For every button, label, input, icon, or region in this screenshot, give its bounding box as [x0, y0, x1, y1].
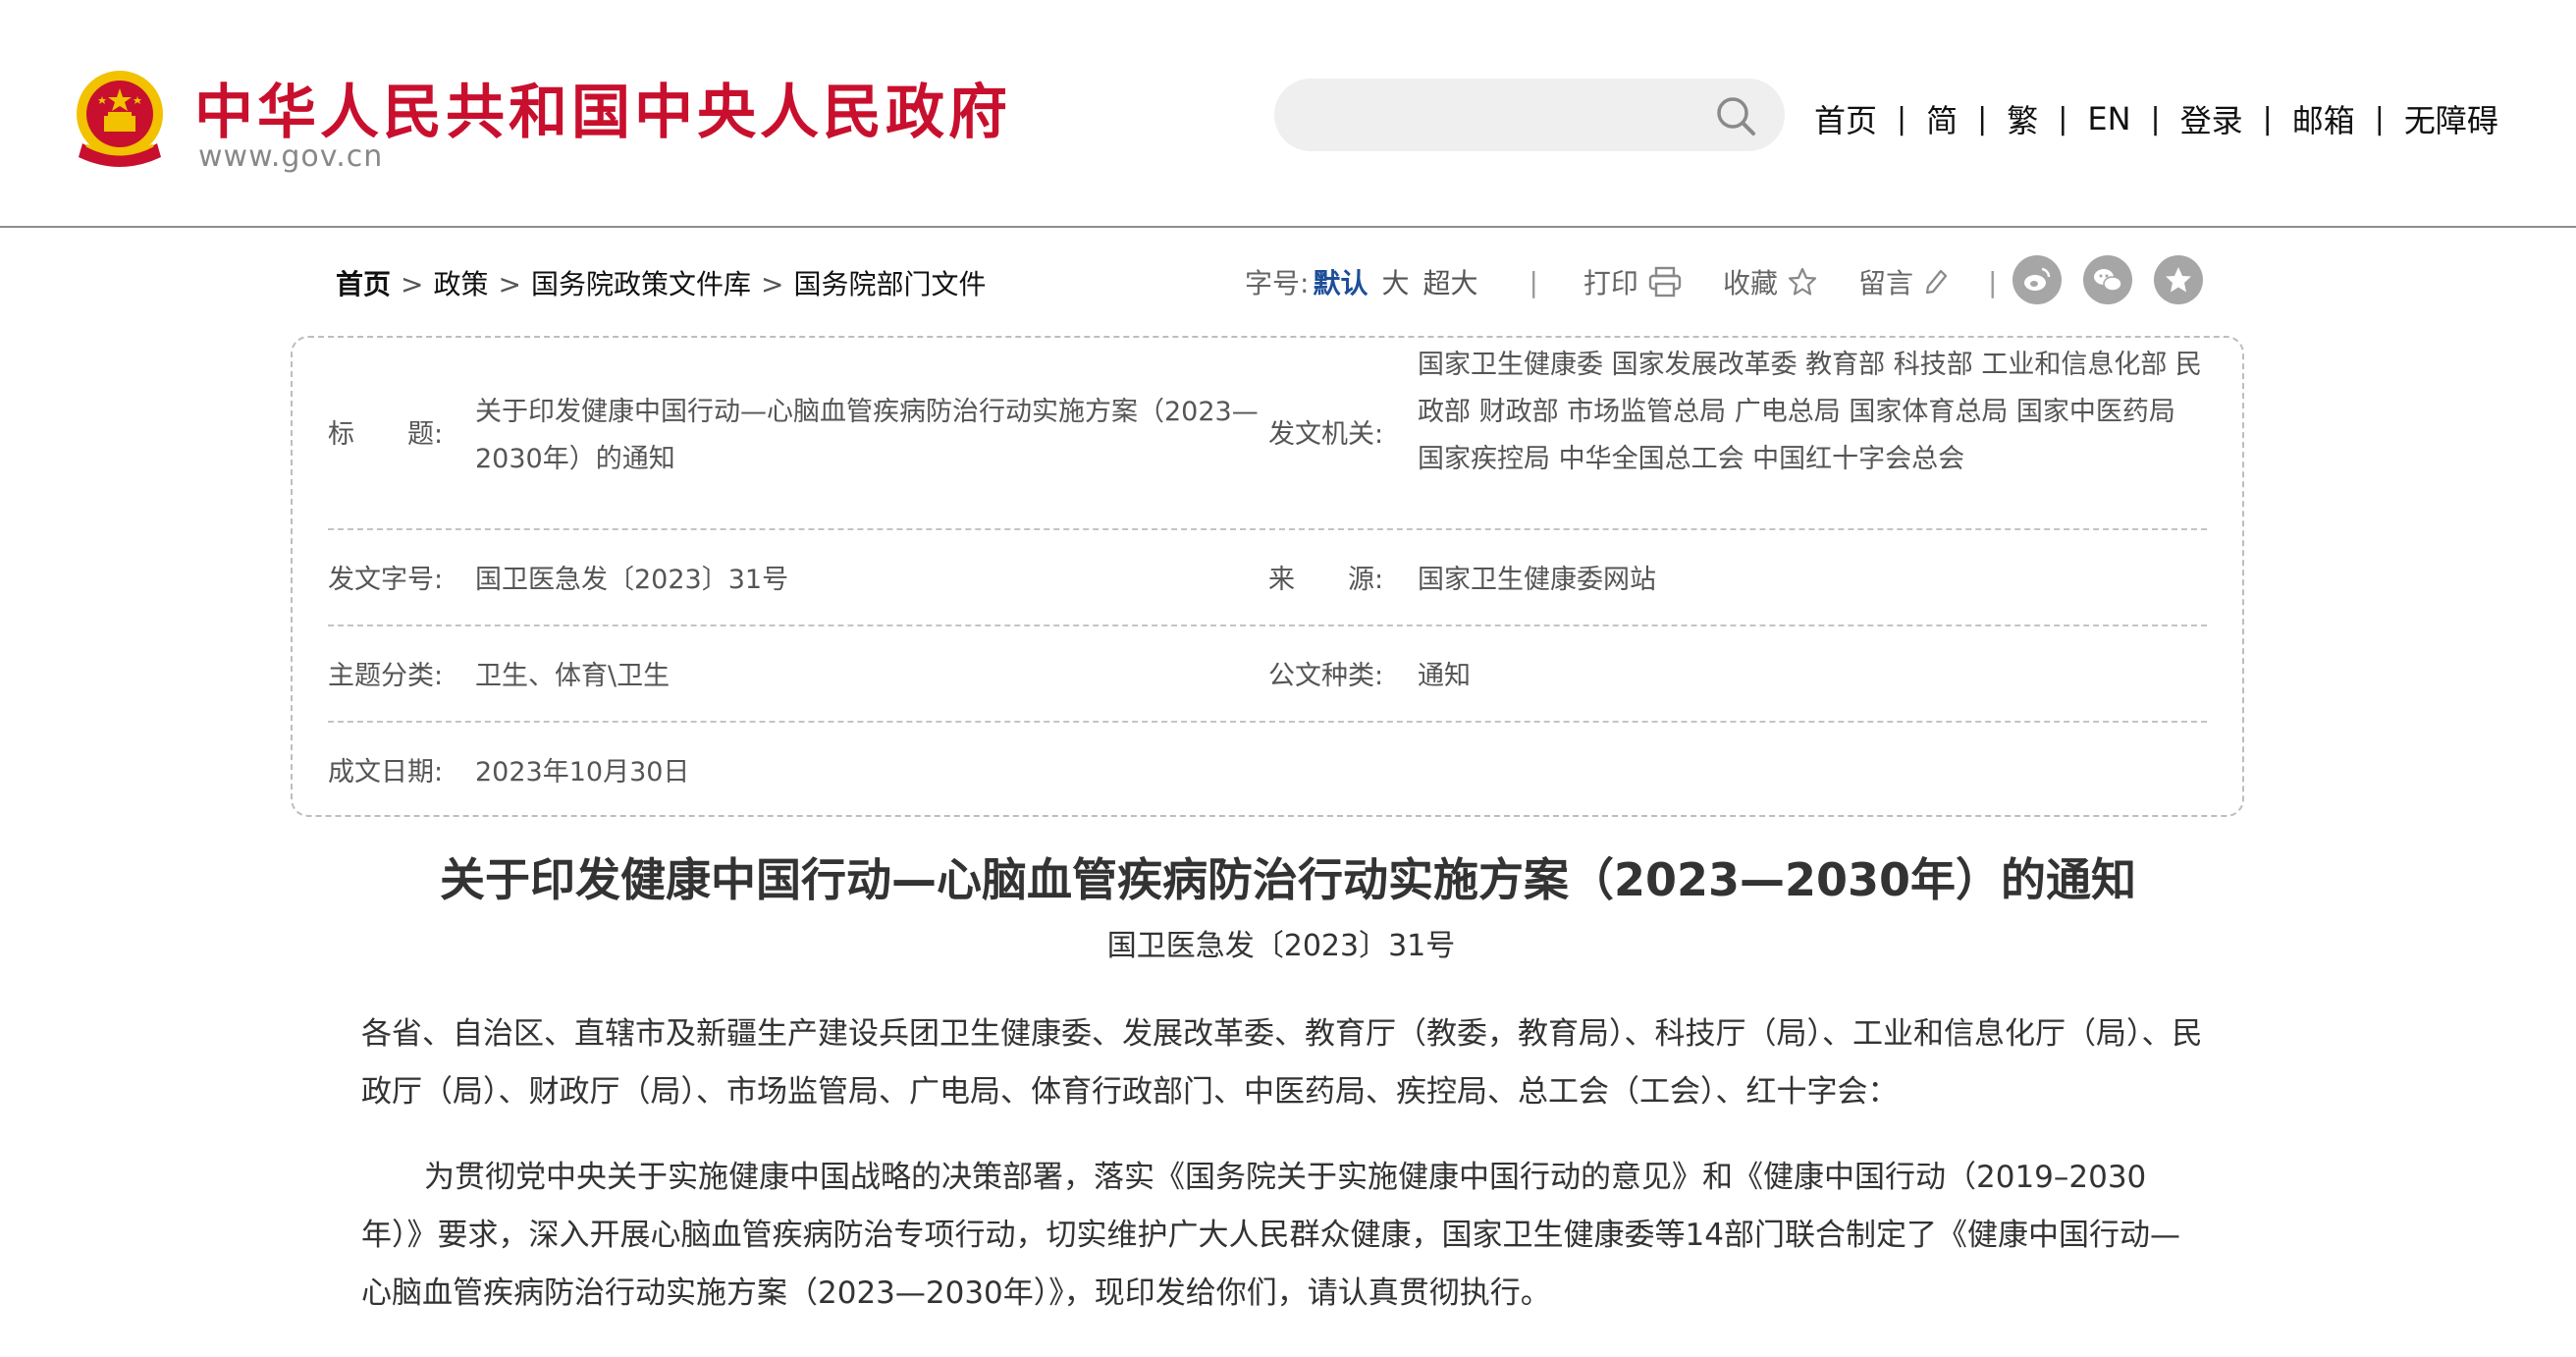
comment-button[interactable]: 留言 — [1858, 262, 1949, 301]
article-tools: 字号: 默认 大 超大 | 打印 收藏 留言 | — [1245, 257, 1997, 306]
nav-separator: | — [2262, 101, 2273, 136]
star-icon — [1788, 267, 1817, 296]
date-label: 成文日期: — [328, 757, 444, 787]
national-emblem-icon[interactable] — [69, 67, 171, 173]
article-doc-number: 国卫医急发〔2023〕31号 — [1106, 929, 1456, 963]
article-title: 关于印发健康中国行动—心脑血管疾病防治行动实施方案（2023—2030年）的通知 — [439, 853, 2137, 906]
nav-accessibility-link[interactable]: 无障碍 — [2404, 96, 2498, 141]
font-size-large-button[interactable]: 大 — [1381, 262, 1409, 301]
weibo-icon — [2024, 267, 2051, 291]
breadcrumb-home[interactable]: 首页 — [336, 268, 391, 300]
toolbar-divider: | — [1987, 265, 1998, 299]
metadata-row-title: 标 题: 关于印发健康中国行动—心脑血管疾病防治行动实施方案（2023—2030… — [328, 338, 2207, 530]
share-wechat-button[interactable] — [2083, 255, 2132, 304]
breadcrumb-department-docs[interactable]: 国务院部门文件 — [793, 268, 986, 300]
nav-separator: | — [1897, 101, 1907, 136]
nav-home-link[interactable]: 首页 — [1814, 96, 1877, 141]
issuer-value: 国家卫生健康委 国家发展改革委 教育部 科技部 工业和信息化部 民政部 财政部 … — [1418, 350, 2202, 474]
font-size-label: 字号: — [1245, 267, 1310, 299]
site-header: 中华人民共和国中央人民政府 www.gov.cn 首页 | 简 | 繁 | EN… — [0, 0, 2576, 228]
nav-mail-link[interactable]: 邮箱 — [2292, 96, 2355, 141]
search-box — [1274, 79, 1785, 151]
title-label: 标 题: — [328, 419, 444, 450]
category-label: 主题分类: — [328, 661, 444, 691]
nav-login-link[interactable]: 登录 — [2180, 96, 2243, 141]
share-qzone-button[interactable] — [2154, 255, 2203, 304]
doc-no-label: 发文字号: — [328, 565, 444, 595]
breadcrumb-separator: > — [401, 268, 424, 300]
favorite-button[interactable]: 收藏 — [1723, 262, 1817, 301]
comment-label: 留言 — [1857, 267, 1913, 299]
search-input[interactable] — [1298, 90, 1694, 141]
favorite-label: 收藏 — [1722, 267, 1778, 299]
date-value: 2023年10月30日 — [475, 757, 690, 787]
toolbar-divider: | — [1529, 265, 1538, 299]
doc-no-value: 国卫医急发〔2023〕31号 — [475, 565, 789, 595]
doc-type-value: 通知 — [1418, 661, 1471, 691]
wechat-icon — [2094, 269, 2122, 292]
nav-separator: | — [2058, 101, 2068, 136]
breadcrumb-policy-library[interactable]: 国务院政策文件库 — [531, 268, 751, 300]
nav-english-link[interactable]: EN — [2087, 100, 2130, 137]
breadcrumb-separator: > — [760, 268, 784, 300]
font-size-default-button[interactable]: 默认 — [1313, 262, 1368, 301]
metadata-row-category: 主题分类: 卫生、体育\卫生 公文种类: 通知 — [328, 624, 2207, 723]
breadcrumb-policy[interactable]: 政策 — [433, 268, 488, 300]
printer-icon — [1648, 266, 1682, 298]
source-label: 来 源: — [1268, 565, 1384, 595]
category-value: 卫生、体育\卫生 — [475, 661, 671, 691]
source-value: 国家卫生健康委网站 — [1418, 565, 1656, 595]
pencil-icon — [1925, 269, 1948, 295]
breadcrumb-separator: > — [498, 268, 521, 300]
qzone-icon — [2166, 267, 2191, 293]
nav-traditional-link[interactable]: 繁 — [2007, 96, 2038, 141]
title-value: 关于印发健康中国行动—心脑血管疾病防治行动实施方案（2023—2030年）的通知 — [475, 397, 1259, 474]
metadata-row-date: 成文日期: 2023年10月30日 — [328, 721, 2207, 815]
metadata-row-docno: 发文字号: 国卫医急发〔2023〕31号 来 源: 国家卫生健康委网站 — [328, 528, 2207, 626]
document-metadata-panel: 标 题: 关于印发健康中国行动—心脑血管疾病防治行动实施方案（2023—2030… — [291, 336, 2244, 817]
site-title[interactable]: 中华人民共和国中央人民政府 — [194, 65, 1011, 150]
article-paragraph: 为贯彻党中央关于实施健康中国战略的决策部署，落实《国务院关于实施健康中国行动的意… — [361, 1160, 2180, 1311]
site-domain: www.gov.cn — [198, 139, 384, 174]
font-size-xlarge-button[interactable]: 超大 — [1422, 262, 1477, 301]
nav-separator: | — [2150, 101, 2161, 136]
top-nav: 首页 | 简 | 繁 | EN | 登录 | 邮箱 | 无障碍 — [1814, 94, 2498, 143]
search-icon[interactable] — [1714, 94, 1757, 137]
nav-separator: | — [2374, 101, 2385, 136]
article-addressee: 各省、自治区、直辖市及新疆生产建设兵团卫生健康委、发展改革委、教育厅（教委，教育… — [361, 1016, 2203, 1110]
nav-simplified-link[interactable]: 简 — [1926, 96, 1958, 141]
print-button[interactable]: 打印 — [1583, 262, 1682, 301]
nav-separator: | — [1977, 101, 1988, 136]
print-label: 打印 — [1583, 267, 1638, 299]
doc-type-label: 公文种类: — [1268, 661, 1384, 691]
share-weibo-button[interactable] — [2012, 255, 2062, 304]
issuer-label: 发文机关: — [1268, 419, 1384, 450]
breadcrumb: 首页 > 政策 > 国务院政策文件库 > 国务院部门文件 — [336, 263, 986, 302]
